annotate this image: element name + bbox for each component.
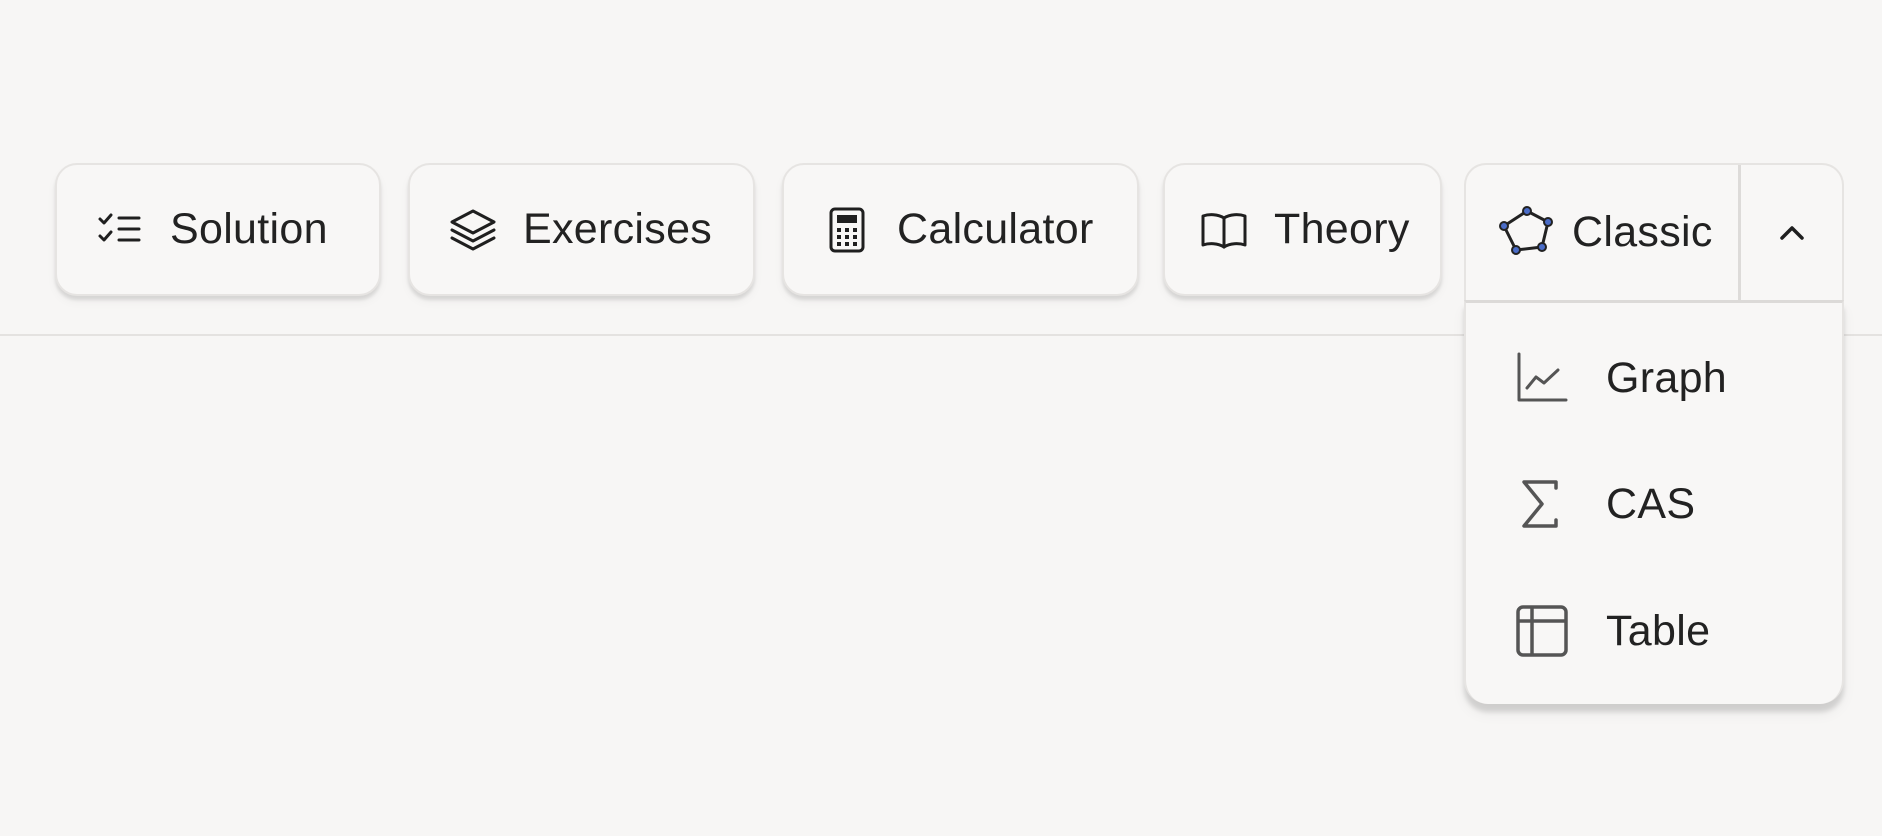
pentagon-geometry-icon <box>1496 203 1556 263</box>
app-toolbar: Solution Exercises Calculator Theory Cla… <box>0 0 1882 336</box>
menu-item-cas[interactable]: CAS <box>1466 449 1842 559</box>
calculator-icon <box>822 205 872 255</box>
layers-icon <box>448 205 498 255</box>
menu-item-table[interactable]: Table <box>1466 576 1842 686</box>
sigma-icon <box>1514 476 1570 532</box>
table-label: Table <box>1606 606 1711 655</box>
calculator-button[interactable]: Calculator <box>782 163 1139 296</box>
solution-label: Solution <box>170 205 328 253</box>
exercises-button[interactable]: Exercises <box>408 163 755 296</box>
graph-label: Graph <box>1606 353 1728 402</box>
open-book-icon <box>1199 205 1249 255</box>
cas-label: CAS <box>1606 479 1696 528</box>
theory-button[interactable]: Theory <box>1163 163 1442 296</box>
line-chart-icon <box>1514 350 1570 406</box>
theory-label: Theory <box>1274 205 1410 253</box>
classic-label: Classic <box>1572 208 1713 256</box>
table-icon <box>1514 603 1570 659</box>
solution-button[interactable]: Solution <box>55 163 381 296</box>
chevron-up-icon <box>1772 213 1812 253</box>
exercises-label: Exercises <box>523 205 713 253</box>
menu-item-graph[interactable]: Graph <box>1466 323 1842 433</box>
classic-app-button[interactable]: Classic <box>1466 165 1738 300</box>
calculator-label: Calculator <box>897 205 1094 253</box>
app-dropdown-menu: Graph CAS Table <box>1464 300 1844 704</box>
app-menu-toggle[interactable] <box>1741 165 1842 300</box>
checklist-icon <box>95 205 145 255</box>
app-selector: Classic <box>1464 163 1844 300</box>
